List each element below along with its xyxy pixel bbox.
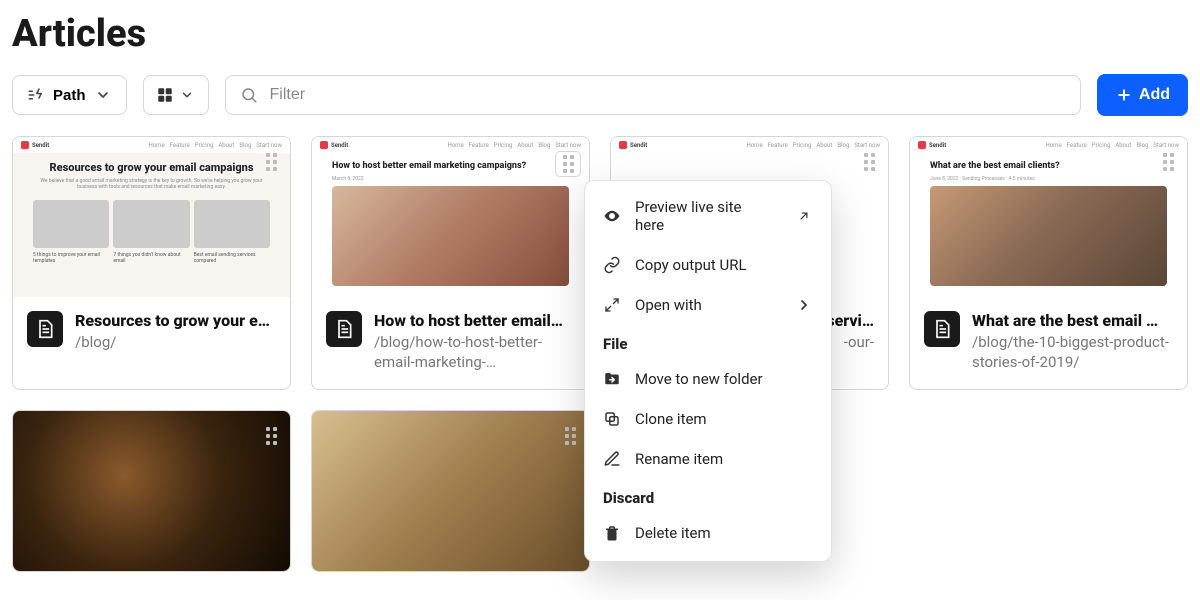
ctx-clone-item[interactable]: Clone item [585,399,831,439]
ctx-section-discard: Discard [585,479,831,513]
card-thumbnail: Sendit HomeFeaturePricingAboutBlogStart … [312,137,589,297]
card-path: /blog/the-10-biggest-product-stories-of-… [972,332,1173,373]
card-thumbnail: Sendit HomeFeaturePricingAboutBlogStart … [910,137,1187,297]
article-card[interactable]: Sendit HomeFeaturePricingAboutBlogStart … [12,136,291,390]
ctx-label: Rename item [635,450,723,468]
page-title: Articles [12,12,1188,56]
ctx-label: Open with [635,296,702,314]
card-thumbnail [312,411,589,571]
card-title: What are the best email … [972,311,1173,330]
filter-input[interactable] [270,86,1066,104]
document-icon [27,311,63,347]
card-thumbnail [13,411,290,571]
ctx-label: Copy output URL [635,256,747,274]
sort-dropdown[interactable]: Path [12,75,127,115]
expand-icon [603,296,621,314]
ctx-delete-item[interactable]: Delete item [585,513,831,553]
external-link-icon [795,207,813,225]
chevron-right-icon [795,296,813,314]
ctx-label: Preview live site here [635,198,767,234]
card-path: /blog/how-to-host-better-email-marketing… [374,332,575,373]
card-thumbnail: Sendit HomeFeaturePricingAboutBlogStart … [13,137,290,297]
article-card[interactable] [311,410,590,572]
card-title: How to host better email… [374,311,575,330]
ctx-label: Clone item [635,410,707,428]
chevron-down-icon [178,86,196,104]
ctx-move-to-folder[interactable]: Move to new folder [585,359,831,399]
drag-handle[interactable] [559,425,581,447]
context-menu: Preview live site here Copy output URL O… [584,180,832,562]
card-title: Resources to grow your e… [75,311,276,330]
folder-move-icon [603,370,621,388]
ctx-open-with[interactable]: Open with [585,285,831,325]
ctx-copy-output-url[interactable]: Copy output URL [585,245,831,285]
drag-handle[interactable] [1157,151,1179,173]
article-card[interactable]: Sendit HomeFeaturePricingAboutBlogStart … [909,136,1188,390]
card-path: /blog/ [75,332,276,352]
drag-handle[interactable] [260,151,282,173]
ctx-preview-live-site[interactable]: Preview live site here [585,187,831,245]
toolbar: Path Add [12,74,1188,116]
ctx-label: Delete item [635,524,711,542]
document-icon [924,311,960,347]
link-icon [603,256,621,274]
drag-handle[interactable] [260,425,282,447]
sort-az-icon [27,86,45,104]
search-icon [240,86,258,104]
ctx-section-file: File [585,325,831,359]
view-mode-dropdown[interactable] [143,75,209,115]
plus-icon [1115,86,1133,104]
filter-field[interactable] [225,75,1081,115]
article-card[interactable]: Sendit HomeFeaturePricingAboutBlogStart … [311,136,590,390]
ctx-label: Move to new folder [635,370,763,388]
chevron-down-icon [94,86,112,104]
add-label: Add [1139,86,1170,104]
drag-handle[interactable] [555,151,581,177]
sort-label: Path [53,87,86,104]
edit-icon [603,450,621,468]
article-card[interactable] [12,410,291,572]
document-icon [326,311,362,347]
drag-handle[interactable] [858,151,880,173]
add-button[interactable]: Add [1097,74,1188,116]
ctx-rename-item[interactable]: Rename item [585,439,831,479]
trash-icon [603,524,621,542]
copy-icon [603,410,621,428]
eye-icon [603,207,621,225]
grid-icon [156,86,174,104]
